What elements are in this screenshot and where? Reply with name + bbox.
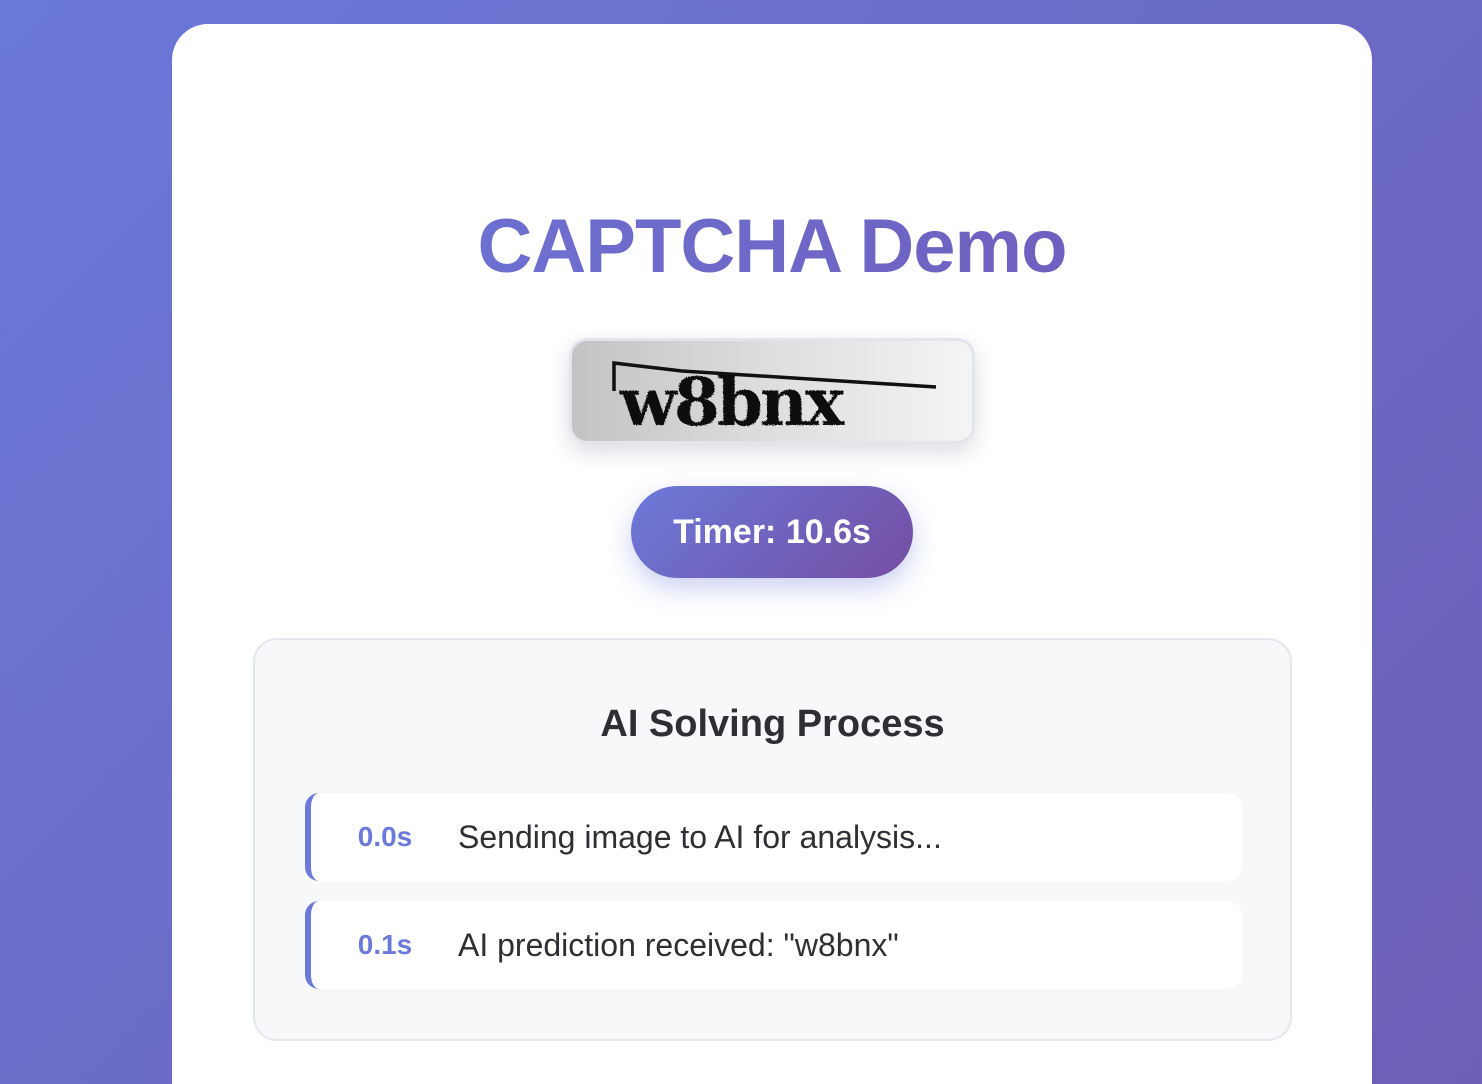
step-time: 0.0s — [357, 821, 413, 852]
step-message: AI prediction received: "w8bnx" — [458, 927, 899, 963]
timer-badge: Timer: 10.6s — [631, 486, 913, 578]
page-title: CAPTCHA Demo — [172, 202, 1372, 292]
captcha-text: w8bnx — [619, 363, 845, 441]
process-step: 0.1s AI prediction received: "w8bnx" — [305, 901, 1242, 989]
step-time: 0.1s — [357, 929, 413, 960]
captcha-image: w8bnx — [569, 338, 975, 444]
process-title: AI Solving Process — [600, 703, 945, 745]
captcha-graphic: w8bnx — [612, 361, 937, 441]
main-card: CAPTCHA Demo w8bnx Timer: 10.6s AI Solvi… — [172, 24, 1372, 1084]
step-message: Sending image to AI for analysis... — [458, 819, 942, 855]
ai-process-panel: AI Solving Process 0.0s Sending image to… — [253, 638, 1292, 1041]
process-step: 0.0s Sending image to AI for analysis... — [305, 793, 1242, 881]
